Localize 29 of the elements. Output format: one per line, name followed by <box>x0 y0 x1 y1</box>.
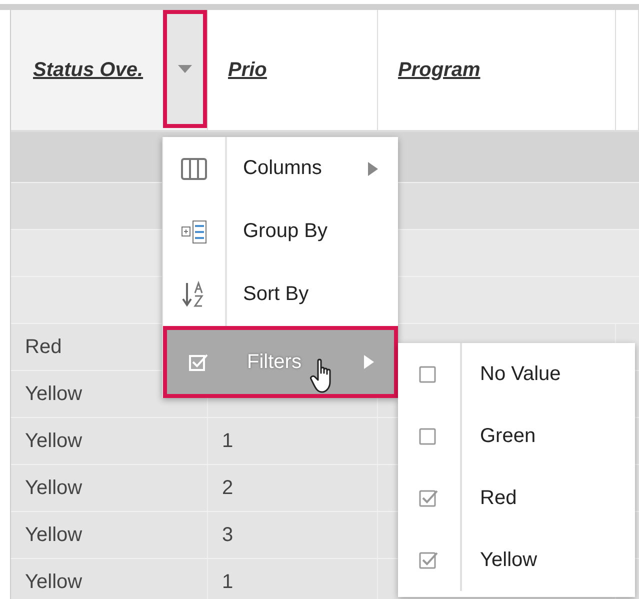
checkbox[interactable] <box>419 488 439 508</box>
checkbox[interactable] <box>419 364 439 384</box>
columns-icon <box>181 158 207 180</box>
table-cell: Yellow <box>25 430 82 452</box>
checkbox-icon <box>189 353 209 371</box>
table-cell: Yellow <box>25 382 82 406</box>
checkbox[interactable] <box>419 550 439 570</box>
filter-option[interactable]: Yellow <box>480 548 538 572</box>
table-cell: Red <box>25 336 62 358</box>
menu-item[interactable]: Columns <box>163 137 398 200</box>
column-header[interactable]: Status Ove. <box>33 58 144 82</box>
column-header[interactable]: Prio <box>228 58 267 82</box>
filter-option[interactable]: No Value <box>480 362 561 386</box>
column-menu-button[interactable] <box>163 10 207 128</box>
table-cell: 1 <box>222 570 234 594</box>
table-cell: Yellow <box>25 476 82 500</box>
sort-icon <box>182 280 206 308</box>
table-cell: 2 <box>222 476 234 500</box>
caret-icon <box>178 65 192 73</box>
table-cell: Yellow <box>25 524 82 546</box>
table-cell: 1 <box>222 430 234 452</box>
menu-item[interactable]: Group By <box>163 200 398 263</box>
filter-option[interactable]: Red <box>480 486 517 510</box>
group-icon <box>181 220 207 244</box>
checkbox[interactable] <box>419 426 439 446</box>
table-cell: Yellow <box>25 570 82 594</box>
column-header[interactable]: Program <box>398 58 480 82</box>
filter-option[interactable]: Green <box>480 424 536 448</box>
table-cell: 3 <box>222 524 234 546</box>
